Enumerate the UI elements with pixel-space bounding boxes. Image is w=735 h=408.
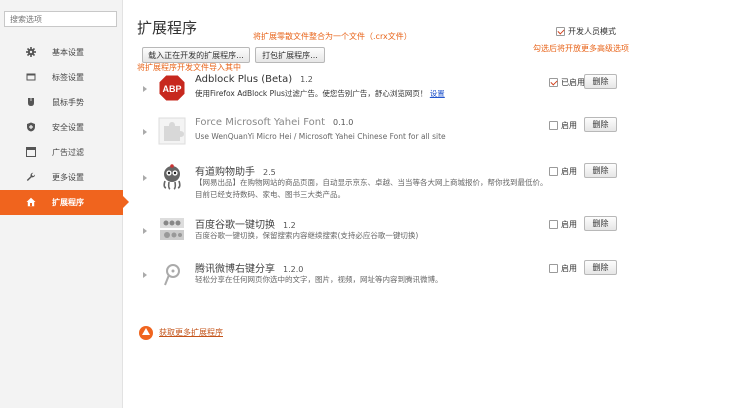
sidebar-item-extensions[interactable]: 扩展程序 — [0, 190, 129, 215]
extension-version: 1.2.0 — [283, 265, 304, 274]
dev-mode-toggle[interactable]: 开发人员模式 — [556, 26, 616, 37]
extension-name: Adblock Plus (Beta) 1.2 — [195, 74, 313, 85]
extension-description: 百度谷歌一键切换，保留搜索内容继续搜索(支持必应谷歌一键切换) — [195, 231, 419, 240]
get-more-extensions-link[interactable]: 获取更多扩展程序 — [159, 327, 223, 338]
pack-annotation: 将扩展零散文件整合为一个文件（.crx文件） — [253, 32, 412, 41]
extension-enable-toggle[interactable]: 已启用 — [549, 77, 585, 88]
extension-name: 腾讯微博右键分享 1.2.0 — [195, 264, 304, 275]
shield-icon — [27, 122, 35, 132]
extension-enable-toggle[interactable]: 启用 — [549, 120, 577, 131]
sidebar-item-more-settings[interactable]: 更多设置 — [0, 165, 123, 190]
get-more-extensions[interactable]: 获取更多扩展程序 — [137, 323, 223, 341]
enable-checkbox[interactable] — [549, 220, 558, 229]
expand-arrow-icon[interactable] — [143, 175, 147, 181]
pack-extension-button[interactable]: 打包扩展程序... — [255, 47, 325, 63]
expand-arrow-icon[interactable] — [143, 272, 147, 278]
puzzle-icon — [158, 117, 186, 145]
wrench-icon — [26, 172, 36, 181]
expand-arrow-icon[interactable] — [143, 86, 147, 92]
sidebar-item-label: 标签设置 — [52, 73, 84, 82]
extension-description: 轻松分享在任何网页你选中的文字，图片，视频，网址等内容到腾讯微博。 — [195, 275, 443, 284]
dev-mode-label: 开发人员模式 — [568, 27, 616, 36]
extension-version: 2.5 — [263, 168, 276, 177]
tab-icon — [26, 73, 36, 81]
sidebar-item-label: 广告过滤 — [52, 148, 84, 157]
page-title: 扩展程序 — [137, 19, 198, 37]
delete-button[interactable]: 删除 — [584, 74, 617, 89]
gear-icon — [26, 47, 36, 57]
extension-enable-toggle[interactable]: 启用 — [549, 219, 577, 230]
enable-checkbox[interactable] — [549, 121, 558, 130]
sidebar-item-label: 扩展程序 — [52, 198, 84, 207]
filter-window-icon — [26, 147, 36, 157]
search-input[interactable] — [4, 11, 117, 27]
expand-arrow-icon[interactable] — [143, 228, 147, 234]
sidebar-item-label: 安全设置 — [52, 123, 84, 132]
extension-name: Force Microsoft Yahei Font 0.1.0 — [195, 117, 354, 128]
extension-row-baidu-google: 百度谷歌一键切换 1.2 百度谷歌一键切换，保留搜索内容继续搜索(支持必应谷歌一键… — [140, 216, 620, 256]
load-unpacked-button[interactable]: 载入正在开发的扩展程序... — [142, 47, 250, 63]
extension-name: 有道购物助手 2.5 — [195, 167, 276, 178]
enable-checkbox[interactable] — [549, 167, 558, 176]
svg-text:ABP: ABP — [162, 84, 181, 94]
home-icon — [26, 197, 36, 207]
extension-row-youdao: 有道购物助手 2.5 【网易出品】在购物网站的商品页面，自动显示京东、卓越、当当等… — [140, 163, 620, 203]
delete-button[interactable]: 删除 — [584, 117, 617, 132]
delete-button[interactable]: 删除 — [584, 216, 617, 231]
sidebar-item-ad-filter[interactable]: 广告过滤 — [0, 140, 123, 165]
extension-version: 1.2 — [283, 221, 296, 230]
extension-row-yahei-font: Force Microsoft Yahei Font 0.1.0 Use WenQ… — [140, 117, 620, 157]
extension-name: 百度谷歌一键切换 1.2 — [195, 220, 296, 231]
sidebar-item-mouse-gestures[interactable]: 鼠标手势 — [0, 90, 123, 115]
extension-description: 使用Firefox AdBlock Plus过滤广告。使您告别广告，舒心浏览网页… — [195, 89, 445, 98]
extension-version: 1.2 — [300, 75, 313, 84]
extension-row-adblock: ABP Adblock Plus (Beta) 1.2 使用Firefox AdB… — [140, 74, 620, 114]
extension-enable-toggle[interactable]: 启用 — [549, 263, 577, 274]
extension-description: Use WenQuanYi Micro Hei / Microsoft Yahe… — [195, 132, 446, 141]
extension-row-tencent-weibo: 腾讯微博右键分享 1.2.0 轻松分享在任何网页你选中的文字，图片，视频，网址等内… — [140, 260, 620, 300]
sidebar-item-label: 基本设置 — [52, 48, 84, 57]
extension-version: 0.1.0 — [333, 118, 354, 127]
sidebar-item-security[interactable]: 安全设置 — [0, 115, 123, 140]
extension-gallery-icon — [139, 326, 153, 340]
sidebar-item-label: 更多设置 — [52, 173, 84, 182]
expand-arrow-icon[interactable] — [143, 129, 147, 135]
sidebar-item-basic[interactable]: 基本设置 — [0, 40, 123, 65]
extension-description: 【网易出品】在购物网站的商品页面，自动显示京东、卓越、当当等各大网上商城报价，帮… — [195, 178, 548, 199]
adblock-plus-icon: ABP — [158, 74, 186, 102]
youdao-octopus-icon — [163, 164, 181, 190]
enable-checkbox[interactable] — [549, 264, 558, 273]
enable-checkbox[interactable] — [549, 78, 558, 87]
sidebar-item-tabs[interactable]: 标签设置 — [0, 65, 123, 90]
tencent-weibo-icon — [164, 264, 180, 286]
extension-settings-link[interactable]: 设置 — [430, 89, 445, 98]
sidebar-nav: 基本设置 标签设置 鼠标手势 安全设置 广告过滤 更多设置 扩展程序 — [0, 40, 129, 215]
extensions-settings-window: 基本设置 标签设置 鼠标手势 安全设置 广告过滤 更多设置 — [0, 0, 735, 408]
sidebar-item-label: 鼠标手势 — [52, 98, 84, 107]
extension-enable-toggle[interactable]: 启用 — [549, 166, 577, 177]
delete-button[interactable]: 删除 — [584, 260, 617, 275]
load-annotation: 将扩展程序开发文件导入其中 — [137, 63, 241, 72]
dev-mode-annotation: 勾选后将开放更多高级选项 — [533, 44, 629, 53]
sidebar: 基本设置 标签设置 鼠标手势 安全设置 广告过滤 更多设置 — [0, 0, 129, 408]
delete-button[interactable]: 删除 — [584, 163, 617, 178]
dev-mode-checkbox[interactable] — [556, 27, 565, 36]
baidu-google-icon — [160, 218, 184, 240]
mouse-gesture-icon — [28, 98, 34, 106]
